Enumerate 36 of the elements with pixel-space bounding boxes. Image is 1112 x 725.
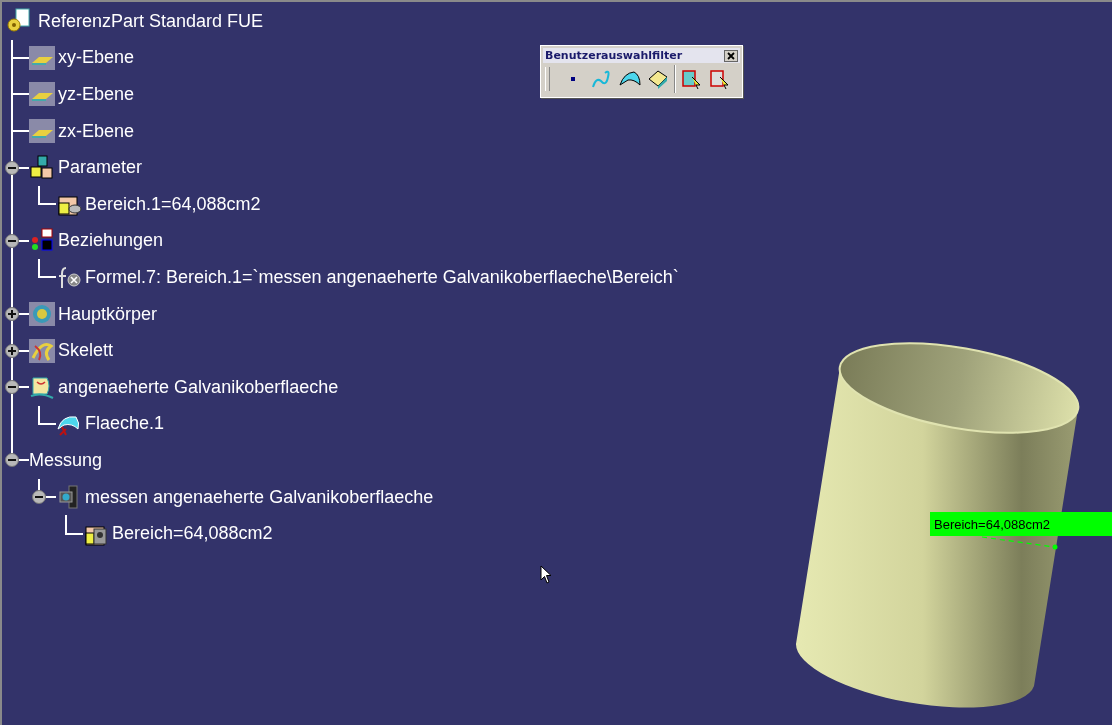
tree-item[interactable]: messen angenaeherte Galvanikoberflaeche: [85, 486, 434, 508]
mouse-cursor-icon: [540, 565, 552, 585]
part-document-icon: [6, 8, 32, 35]
collapse-icon[interactable]: [32, 490, 46, 504]
collapse-icon[interactable]: [5, 453, 19, 468]
skeleton-icon: [29, 337, 55, 364]
tree-item[interactable]: Formel.7: Bereich.1=`messen angenaeherte Galvanikoberflaeche\Bereich`: [85, 266, 679, 288]
tree-item[interactable]: yz-Ebene: [58, 84, 135, 105]
body-icon: [29, 301, 55, 328]
tree-item[interactable]: zx-Ebene: [58, 120, 135, 142]
tree-item[interactable]: Flaeche.1: [85, 413, 165, 435]
plane-icon: [29, 118, 55, 145]
toolbar-title: Benutzerauswahlfilter: [545, 49, 683, 62]
tree-item[interactable]: Messung: [29, 449, 103, 471]
tree-item[interactable]: Skelett: [58, 340, 114, 362]
tree-item[interactable]: xy-Ebene: [58, 47, 135, 69]
relations-icon: [29, 227, 55, 254]
tree-item[interactable]: Parameter: [58, 157, 143, 179]
tree-item[interactable]: Bereich.1=64,088cm2: [85, 193, 261, 215]
tree-item[interactable]: angenaeherte Galvanikoberflaeche: [58, 376, 339, 398]
tree-item[interactable]: Bereich=64,088cm2: [112, 523, 273, 545]
collapse-icon[interactable]: [5, 160, 19, 175]
plane-icon: [29, 44, 55, 71]
tree-item[interactable]: Beziehungen: [58, 230, 164, 252]
measurement-label: Bereich=64,088cm2: [930, 512, 1112, 536]
parameters-icon: [29, 154, 55, 181]
expand-icon[interactable]: [5, 307, 19, 322]
collapse-icon[interactable]: [5, 233, 19, 248]
tree-item[interactable]: ReferenzPart Standard FUE: [38, 10, 264, 32]
plane-icon: [29, 81, 55, 108]
collapse-icon[interactable]: [5, 380, 19, 395]
formula-icon: [56, 264, 82, 291]
close-icon[interactable]: [724, 49, 738, 62]
tree-item[interactable]: Hauptkörper: [58, 303, 158, 325]
expand-icon[interactable]: [5, 343, 19, 358]
geometrical-set-icon: [29, 374, 55, 401]
